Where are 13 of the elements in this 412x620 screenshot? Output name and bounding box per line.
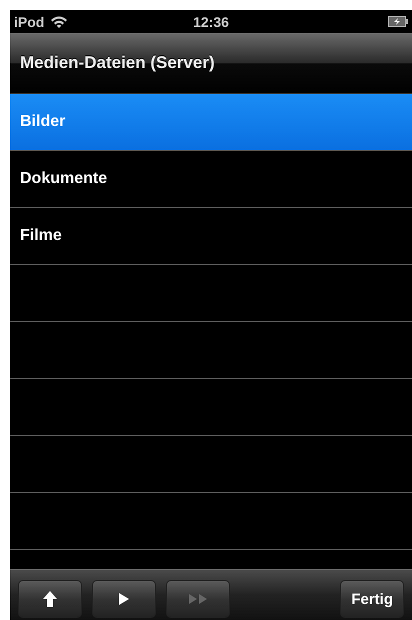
list-item[interactable]: Dokumente — [10, 151, 412, 208]
carrier-name: iPod — [14, 14, 44, 30]
list-item[interactable]: Bilder — [10, 94, 412, 151]
play-icon — [119, 593, 129, 605]
navigation-title: Medien-Dateien (Server) — [20, 53, 215, 73]
play-button[interactable] — [92, 580, 156, 618]
wifi-icon — [50, 14, 68, 28]
up-button[interactable] — [18, 580, 82, 618]
battery-icon — [388, 16, 408, 27]
up-arrow-icon — [43, 591, 57, 607]
done-button[interactable]: Fertig — [340, 580, 404, 618]
clock-time: 12:36 — [193, 14, 229, 30]
fast-forward-icon — [189, 594, 207, 604]
